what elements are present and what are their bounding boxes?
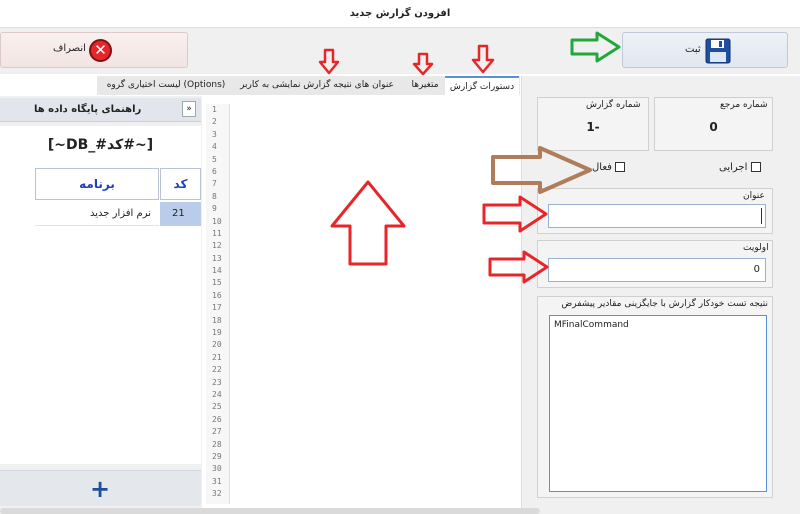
- line-number: 11: [212, 228, 222, 238]
- line-number: 12: [212, 241, 222, 251]
- line-number: 16: [212, 290, 222, 300]
- ref-number-label: شماره مرجع: [720, 100, 768, 110]
- active-checkbox[interactable]: فعال: [592, 162, 626, 173]
- line-number: 10: [212, 216, 222, 226]
- line-number: 22: [212, 365, 222, 375]
- line-number: 28: [212, 439, 222, 449]
- line-number: 31: [212, 476, 222, 486]
- tab-result-titles[interactable]: عنوان های نتیجه گزارش نمایشی به کاربر: [233, 76, 401, 95]
- save-button-label: ثبت: [685, 44, 701, 55]
- tab-report-commands[interactable]: دستورات گزارش: [445, 76, 519, 95]
- title-input[interactable]: [548, 204, 766, 228]
- grid-header-code[interactable]: کد: [160, 168, 201, 200]
- tab-variables[interactable]: متغیرها: [404, 76, 446, 95]
- grid-cell-code[interactable]: 21: [160, 202, 201, 226]
- cancel-button[interactable]: انصراف ✕: [0, 32, 188, 68]
- line-number: 7: [212, 179, 217, 189]
- line-number: 14: [212, 266, 222, 276]
- ref-number-value: 0: [709, 120, 718, 134]
- line-number: 30: [212, 464, 222, 474]
- line-number: 6: [212, 166, 217, 176]
- result-label: نتیجه تست خودکار گزارش با جایگزینی مقادی…: [561, 299, 768, 309]
- result-textarea[interactable]: MFinalCommand: [549, 315, 767, 492]
- line-number: 19: [212, 328, 222, 338]
- line-number: 27: [212, 427, 222, 437]
- tab-options-list[interactable]: لیست اختیاری گروه (Options): [102, 76, 230, 95]
- line-number: 4: [212, 142, 217, 152]
- collapse-panel-button[interactable]: »: [182, 101, 196, 117]
- floppy-disk-icon: [705, 38, 731, 64]
- active-checkbox-label: فعال: [592, 162, 612, 173]
- ref-number-group: شماره مرجع 0: [654, 97, 773, 151]
- add-button[interactable]: +: [0, 470, 201, 506]
- line-number: 5: [212, 154, 217, 164]
- line-number: 32: [212, 489, 222, 499]
- line-number: 13: [212, 253, 222, 263]
- line-number: 3: [212, 129, 217, 139]
- line-number: 20: [212, 340, 222, 350]
- close-icon: ✕: [89, 39, 112, 62]
- grid-cell-name[interactable]: نرم افزار جدید: [35, 202, 159, 226]
- db-token-template: [~DB_#کد#~]: [0, 126, 201, 164]
- report-number-label: شماره گزارش: [586, 100, 641, 110]
- priority-label: اولویت: [743, 243, 769, 253]
- line-number-gutter: 1 2 3 4 5 6 7 8 9 10 11 12 13 14 15 16 17 18 19 20 21 22 23 24 2…: [206, 104, 230, 504]
- priority-input[interactable]: 0: [548, 258, 766, 282]
- tab-strip: لیست اختیاری گروه (Options) عنوان های نت…: [97, 76, 520, 95]
- title-label: عنوان: [743, 191, 765, 201]
- save-button[interactable]: ثبت: [622, 32, 788, 68]
- query-editor[interactable]: [231, 104, 516, 504]
- line-number: 18: [212, 315, 222, 325]
- line-number: 8: [212, 191, 217, 201]
- line-number: 29: [212, 451, 222, 461]
- database-guide-header: راهنمای پایگاه داده ها »: [0, 98, 201, 122]
- line-number: 17: [212, 303, 222, 313]
- line-number: 15: [212, 278, 222, 288]
- line-number: 9: [212, 204, 217, 214]
- line-number: 25: [212, 402, 222, 412]
- executive-checkbox[interactable]: اجرایی: [719, 162, 761, 173]
- window-title: افزودن گزارش جدید: [0, 0, 800, 28]
- report-number-value: 1-: [586, 120, 600, 134]
- line-number: 26: [212, 414, 222, 424]
- grid-header-program[interactable]: برنامه: [35, 168, 159, 200]
- line-number: 23: [212, 377, 222, 387]
- plus-icon: +: [90, 475, 111, 503]
- database-guide-title: راهنمای پایگاه داده ها: [34, 104, 142, 115]
- report-number-group: شماره گزارش 1-: [537, 97, 649, 151]
- horizontal-scrollbar[interactable]: [0, 508, 540, 514]
- line-number: 1: [212, 105, 217, 114]
- text-caret: [761, 208, 762, 224]
- executive-checkbox-box[interactable]: [750, 162, 761, 172]
- cancel-button-label: انصراف: [53, 43, 86, 54]
- line-number: 24: [212, 389, 222, 399]
- active-checkbox-box[interactable]: [615, 162, 626, 172]
- line-number: 2: [212, 117, 217, 127]
- line-number: 21: [212, 352, 222, 362]
- executive-checkbox-label: اجرایی: [719, 162, 748, 173]
